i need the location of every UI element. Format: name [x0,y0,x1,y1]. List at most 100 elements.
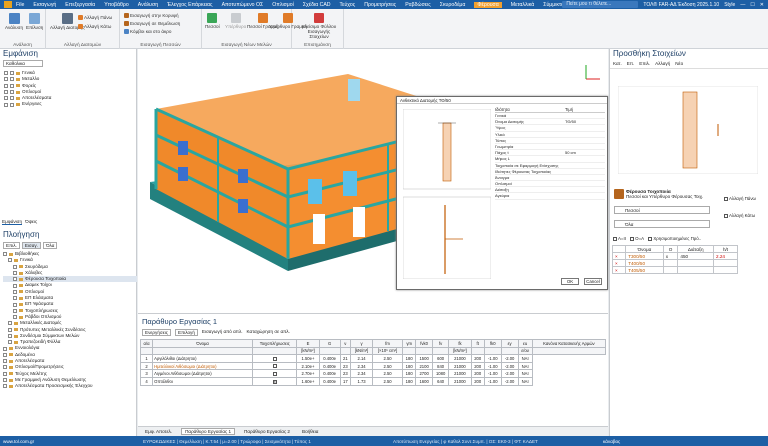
cell-k[interactable]: ΝΑΙ [517,376,533,386]
section-cell-h[interactable] [713,266,738,274]
delete-row-icon[interactable]: × [611,252,627,260]
tab-views[interactable]: Όψεις [25,219,37,225]
section-cell-o[interactable] [662,259,679,267]
cell-w[interactable]: 2.34 [349,369,374,378]
table-row[interactable]: 2 Ημιτελλικοί Λιθόσωμοι (Διάτρητοι) 2.10e+… [139,361,606,371]
cell-eu[interactable]: -2.00 [500,354,519,363]
menu-item[interactable]: Ραβδώσεις [405,2,431,8]
cell-a[interactable]: 1600 [415,376,433,386]
cell-fm[interactable]: 2.50 [372,369,403,378]
section-cell-name[interactable]: Τ400/50 [625,259,664,267]
menu-item[interactable]: Σκυροδέμα [440,2,466,8]
display-item[interactable]: Ενέργειες [4,101,136,107]
menu-item[interactable]: Οπλισμοί [272,2,294,8]
cell-name[interactable]: Λιγμένοι Λιθόσωμοι (Διάτρητοι) [152,369,254,378]
workpad-tab-actions[interactable]: Ενεργήσεις [142,329,171,336]
check-change-bottom[interactable]: Αλλαγή Κάτω [724,213,756,218]
cell-eu[interactable]: -2.00 [500,361,519,371]
change-button[interactable]: Αλλαγή [655,61,670,66]
cell-g[interactable]: 0.400e [318,369,341,378]
cell-ey[interactable]: -1.00 [483,354,502,363]
cell-n[interactable]: 4 [139,376,154,386]
cell-w[interactable]: 2.14 [349,354,374,363]
filter-select[interactable]: Όλα [614,220,710,228]
analysis-button[interactable]: Ανάλυση [5,13,23,30]
delete-row-icon[interactable]: × [611,259,627,267]
cell-k[interactable]: ΝΑΙ [517,361,533,371]
menu-item[interactable]: Αποτυπώμενο ΟΣ [222,2,264,8]
nav-tab-select[interactable]: Επιλ. [3,242,20,249]
cell-a[interactable]: 1500 [415,354,433,363]
menu-item[interactable]: Τεύχος [340,2,356,8]
infill-checkbox[interactable]: x [252,376,298,386]
edit-button[interactable]: Επ. [627,61,635,66]
cat-button[interactable]: Κατ. [613,61,622,66]
cell-gm[interactable]: 180 [401,376,417,386]
menu-item[interactable]: Σχέδια CAD [303,2,331,8]
cell-n[interactable]: 2 [139,361,154,371]
maximize-icon[interactable]: ☐ [750,2,754,8]
cell-gm[interactable]: 180 [401,354,417,363]
cell-fm[interactable]: 2.50 [372,361,403,371]
menu-item[interactable]: Μεταλλικά [511,2,534,8]
cell-eu[interactable]: -2.00 [500,369,519,378]
style-menu[interactable]: Style [724,2,735,8]
menu-item[interactable]: Εισαγωγή [33,2,56,8]
section-cell-o[interactable] [662,266,679,274]
cell-d[interactable]: 200 [470,376,485,386]
property-value[interactable]: 50 cm [565,150,576,155]
section-row[interactable]: × Τ300/50 x 450 2.24 [611,252,738,260]
close-sheet-button[interactable]: Κλείσιμο Φύλλου Εισαγωγής Στοιχείων [300,13,338,39]
cell-k[interactable]: ΝΑΙ [517,369,533,378]
infill-checkbox[interactable] [252,369,298,378]
menu-item[interactable]: Προμετρήσεις [364,2,396,8]
section-cell-h[interactable]: 2.24 [713,252,738,260]
piers-button[interactable]: Πεσσοί [205,13,220,29]
section-cell-h[interactable] [713,259,738,267]
nav-tab-insert[interactable]: Εισαγ. [21,242,41,249]
minimize-icon[interactable]: — [740,2,745,8]
option-1[interactable]: Α=ΙΙ [613,236,626,241]
change-bottom-button[interactable]: Αλλαγή Κάτω [78,24,111,29]
section-cell-d[interactable] [677,259,715,267]
dialog-ok-button[interactable]: OK [561,278,579,285]
table-row[interactable]: 1 Αργιλόλιθοι (Διάτρητοι) 1.50e+ 0.400e 21 2.… [139,354,606,363]
section-row[interactable]: × Τ405/50 [611,266,738,274]
table-row[interactable]: 3 Λιγμένοι Λιθόσωμοι (Διάτρητοι) 2.70e+ 0.4… [139,369,606,378]
option-2[interactable]: Ο=Α [629,236,644,241]
export-button[interactable]: Καταχώρηση σε απλ. [247,329,290,336]
cell-e[interactable]: 2.70e+ [296,369,320,378]
cell-e[interactable]: 1.60e+ [296,376,320,386]
cell-c[interactable]: 21000 [448,376,472,386]
check-change-top[interactable]: Αλλαγή Πάνω [724,196,756,201]
cell-gm[interactable]: 180 [401,369,417,378]
insert-top-button[interactable]: Εισαγωγή στην Κορυφή [124,13,179,18]
cell-name[interactable]: Ημιτελλικοί Λιθόσωμοι (Διάτρητοι) [152,361,254,371]
lintel-button[interactable]: Υπέρθυρο [225,13,246,29]
section-cell-d[interactable] [677,266,715,274]
section-cell-o[interactable]: x [662,252,679,260]
cell-v[interactable]: 17 [339,376,351,386]
cell-eu[interactable]: -2.00 [500,376,519,386]
cell-v[interactable]: 23 [339,361,351,371]
cell-ey[interactable]: -1.00 [483,369,502,378]
infill-checkbox[interactable] [252,354,298,363]
cell-g[interactable]: 0.400e [318,354,341,363]
cell-d[interactable]: 200 [470,369,485,378]
menu-item[interactable]: Έλεγχος Επάρκειας [167,2,212,8]
cell-name[interactable]: Αργιλόλιθοι (Διάτρητοι) [152,354,254,363]
cell-c[interactable]: 21000 [448,361,472,371]
new-button[interactable]: Νέο [675,61,683,66]
menu-item[interactable]: File [16,2,24,8]
cell-v[interactable]: 23 [339,369,351,378]
nav-item[interactable]: Αποτελέσματα Προσεισμικής Έλεγχου [3,383,137,389]
tab-workpad-2[interactable]: Παράθυρο Εργασίας 2 [241,429,293,434]
delete-row-icon[interactable]: × [611,266,627,274]
cell-n[interactable]: 1 [139,354,154,363]
cell-fm[interactable]: 2.50 [372,376,403,386]
element-type-card[interactable]: Φέρουσα Τοιχοποιία Πεσσοί και Υπέρθυρο Φ… [614,187,720,201]
cell-w[interactable]: 1.73 [349,376,374,386]
option-3[interactable]: Χρησιμοποιημένες Πρό.. [648,236,701,241]
nodes-end-button[interactable]: Κόμβοι και στο άκρο [124,29,171,34]
cell-d[interactable]: 200 [470,361,485,371]
